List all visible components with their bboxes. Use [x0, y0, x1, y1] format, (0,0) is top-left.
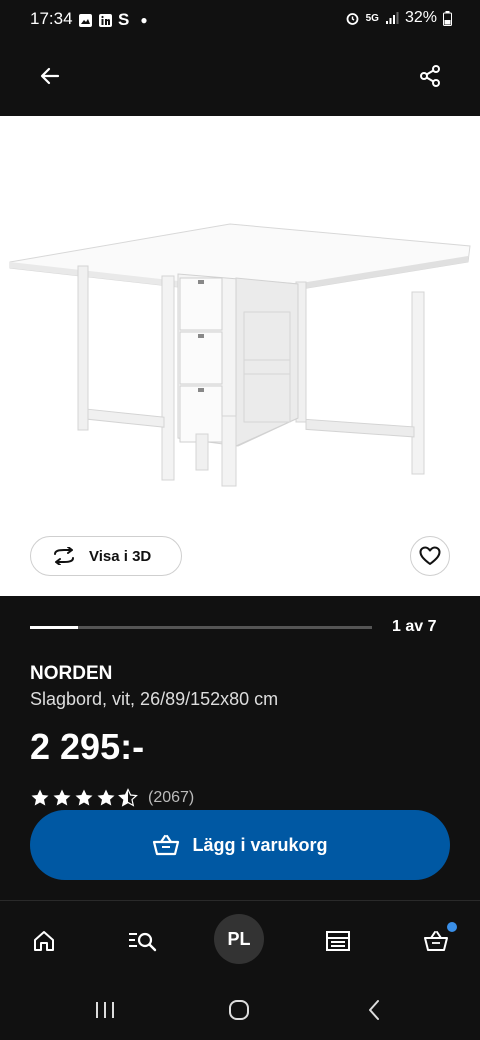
home-circle-icon [229, 1000, 249, 1020]
recents-button[interactable] [85, 994, 125, 1026]
star-full-icon [97, 789, 115, 806]
carousel-progress-bar [30, 626, 372, 629]
status-time: 17:34 [30, 9, 73, 28]
status-system-icons: 5G 32% [345, 9, 452, 27]
home-icon [34, 931, 54, 951]
view-in-3d-button[interactable]: Visa i 3D [30, 536, 182, 576]
recents-icon [96, 1002, 114, 1018]
heart-icon [419, 546, 441, 565]
product-image [9, 223, 471, 487]
back-button[interactable] [28, 54, 72, 98]
nav-search[interactable] [120, 919, 164, 963]
favorite-button[interactable] [410, 536, 450, 576]
profile-initials: PL [227, 928, 251, 949]
star-full-icon [75, 789, 93, 806]
back-chevron-icon [369, 1000, 379, 1020]
view-in-3d-label: Visa i 3D [89, 547, 152, 565]
add-to-cart-label: Lägg i varukorg [192, 834, 328, 855]
alarm-icon [346, 12, 359, 25]
store-icon [326, 931, 350, 951]
dot-icon: ● [140, 13, 148, 27]
status-notification-icons: S ● [78, 10, 148, 30]
5g-icon: 5G [365, 12, 379, 24]
rotate-3d-icon [54, 547, 74, 565]
s-icon: S [118, 10, 130, 29]
cart-icon [424, 931, 448, 951]
status-bar: 17:34 S ● 5G 32% [0, 0, 480, 38]
battery-percent: 32% [404, 9, 437, 26]
share-icon [420, 65, 440, 87]
gallery-icon [79, 13, 92, 27]
carousel-count: 1 av 7 [392, 618, 437, 635]
arrow-left-icon [40, 67, 60, 85]
signal-icon [385, 12, 399, 24]
nav-profile-avatar[interactable]: PL [214, 914, 264, 964]
search-icon [129, 932, 157, 952]
star-full-icon [31, 789, 49, 806]
add-to-cart-button[interactable]: Lägg i varukorg [30, 810, 450, 880]
share-button[interactable] [408, 54, 452, 98]
battery-icon [443, 10, 452, 26]
rating-count: (2067) [148, 789, 195, 806]
linkedin-icon [99, 13, 112, 27]
back-system-button[interactable] [354, 994, 394, 1026]
product-name: NORDEN [30, 663, 113, 684]
basket-icon [153, 834, 180, 856]
nav-store[interactable] [316, 919, 360, 963]
system-navigation-bar [0, 980, 480, 1040]
cart-badge-dot [447, 922, 457, 932]
product-price: 2 295:- [30, 726, 145, 767]
carousel-progress-fill [30, 626, 78, 629]
star-full-icon [53, 789, 71, 806]
product-description: Slagbord, vit, 26/89/152x80 cm [30, 689, 279, 709]
home-system-button[interactable] [219, 994, 259, 1026]
nav-home[interactable] [22, 919, 66, 963]
product-image-carousel[interactable] [0, 116, 480, 596]
star-half-icon [118, 788, 138, 807]
product-rating[interactable]: (2067) [30, 788, 194, 808]
top-app-bar [0, 38, 480, 116]
